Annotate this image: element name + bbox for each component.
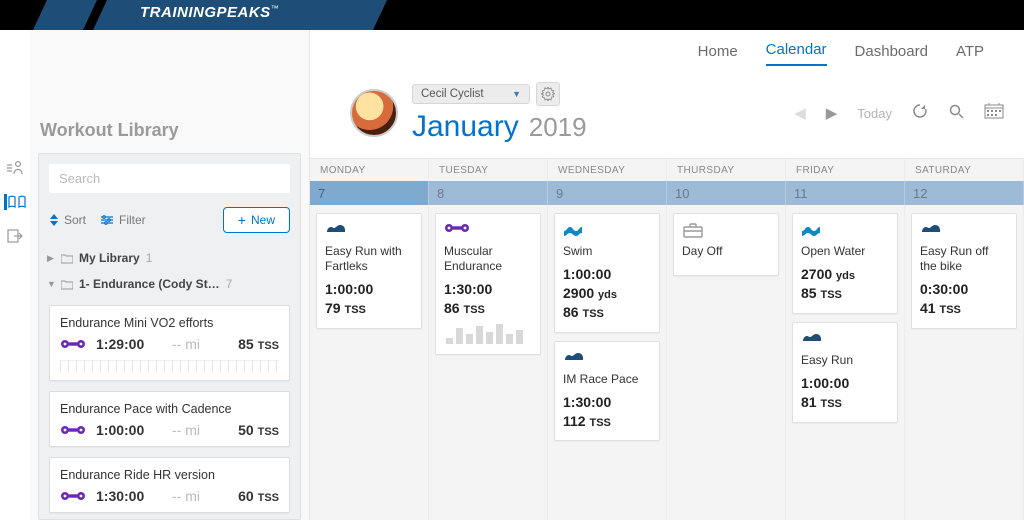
day-header: SATURDAY <box>905 159 1024 181</box>
next-button[interactable]: ▶ <box>826 104 838 122</box>
tree-folder[interactable]: ▶My Library 1 <box>45 245 294 271</box>
library-workout[interactable]: Endurance Ride HR version1:30:00-- mi60 … <box>49 457 290 513</box>
day-header: THURSDAY <box>667 159 786 181</box>
shoe-icon <box>563 350 651 368</box>
tree-folder[interactable]: ▼1- Endurance (Cody St… 7 <box>45 271 294 297</box>
month-label: January <box>412 110 519 144</box>
year-label: 2019 <box>529 112 587 143</box>
new-button[interactable]: +New <box>223 207 290 233</box>
wave-icon <box>563 222 651 240</box>
settings-button[interactable] <box>536 82 560 106</box>
date-cell[interactable]: 7 <box>310 181 429 205</box>
wave-icon <box>801 222 889 240</box>
date-cell[interactable]: 10 <box>667 181 786 205</box>
sidebar: Workout Library Sort Filter +New ▶My Lib… <box>30 30 310 520</box>
shoe-icon <box>325 222 413 240</box>
day-column: Muscular Endurance1:30:0086 TSS <box>429 205 548 520</box>
calendar-view-button[interactable] <box>984 103 1004 123</box>
shoe-icon <box>801 331 889 349</box>
sidebar-title: Workout Library <box>30 120 309 153</box>
search-icon <box>948 103 964 119</box>
day-column: Swim1:00:002900 yds86 TSSIM Race Pace1:3… <box>548 205 667 520</box>
topbar: TRAININGPEAKS™ <box>0 0 1024 30</box>
date-cell[interactable]: 12 <box>905 181 1024 205</box>
workout-card[interactable]: Day Off <box>673 213 779 276</box>
nav-item-atp[interactable]: ATP <box>956 43 984 66</box>
day-header: FRIDAY <box>786 159 905 181</box>
date-cell[interactable]: 8 <box>429 181 548 205</box>
prev-button[interactable]: ◀ <box>794 104 806 122</box>
day-column: Open Water2700 yds85 TSSEasy Run1:00:008… <box>786 205 905 520</box>
workout-card[interactable]: Easy Run with Fartleks1:00:0079 TSS <box>316 213 422 329</box>
search-button[interactable] <box>948 103 964 123</box>
nav-item-dashboard[interactable]: Dashboard <box>855 43 928 66</box>
workout-card[interactable]: Open Water2700 yds85 TSS <box>792 213 898 314</box>
library-workout[interactable]: Endurance Mini VO2 efforts1:29:00-- mi85… <box>49 305 290 381</box>
sort-button[interactable]: Sort <box>49 213 86 227</box>
shoe-icon <box>920 222 1008 240</box>
rail-library-icon[interactable] <box>4 194 24 210</box>
left-rail <box>0 30 30 520</box>
brand-logo: TRAININGPEAKS™ <box>140 4 279 21</box>
workout-card[interactable]: Easy Run off the bike0:30:0041 TSS <box>911 213 1017 329</box>
day-column: Easy Run off the bike0:30:0041 TSS <box>905 205 1024 520</box>
workout-card[interactable]: IM Race Pace1:30:00112 TSS <box>554 341 660 442</box>
workout-card[interactable]: Easy Run1:00:0081 TSS <box>792 322 898 423</box>
workout-card[interactable]: Swim1:00:002900 yds86 TSS <box>554 213 660 333</box>
nav-item-calendar[interactable]: Calendar <box>766 41 827 66</box>
day-column: Day Off <box>667 205 786 520</box>
day-header: WEDNESDAY <box>548 159 667 181</box>
workout-card[interactable]: Muscular Endurance1:30:0086 TSS <box>435 213 541 355</box>
athlete-selector[interactable]: Cecil Cyclist▼ <box>412 84 530 104</box>
briefcase-icon <box>682 222 770 240</box>
chain-icon <box>444 222 532 240</box>
avatar[interactable] <box>350 89 398 137</box>
filter-button[interactable]: Filter <box>100 213 146 227</box>
date-cell[interactable]: 9 <box>548 181 667 205</box>
day-header: MONDAY <box>310 159 429 181</box>
today-button[interactable]: Today <box>857 106 892 121</box>
main: HomeCalendarDashboardATP Cecil Cyclist▼ … <box>310 30 1024 520</box>
nav-item-home[interactable]: Home <box>698 43 738 66</box>
day-column: Easy Run with Fartleks1:00:0079 TSS <box>310 205 429 520</box>
library-workout[interactable]: Endurance Pace with Cadence1:00:00-- mi5… <box>49 391 290 447</box>
gear-icon <box>541 87 555 101</box>
refresh-button[interactable] <box>912 103 928 123</box>
search-input[interactable] <box>49 164 290 193</box>
refresh-icon <box>912 103 928 119</box>
date-cell[interactable]: 11 <box>786 181 905 205</box>
calendar-icon <box>984 103 1004 119</box>
rail-athletes-icon[interactable] <box>5 160 25 176</box>
day-header: TUESDAY <box>429 159 548 181</box>
top-nav: Home Calendar Dashboard ATP <box>310 30 1024 66</box>
rail-exit-icon[interactable] <box>5 228 25 244</box>
